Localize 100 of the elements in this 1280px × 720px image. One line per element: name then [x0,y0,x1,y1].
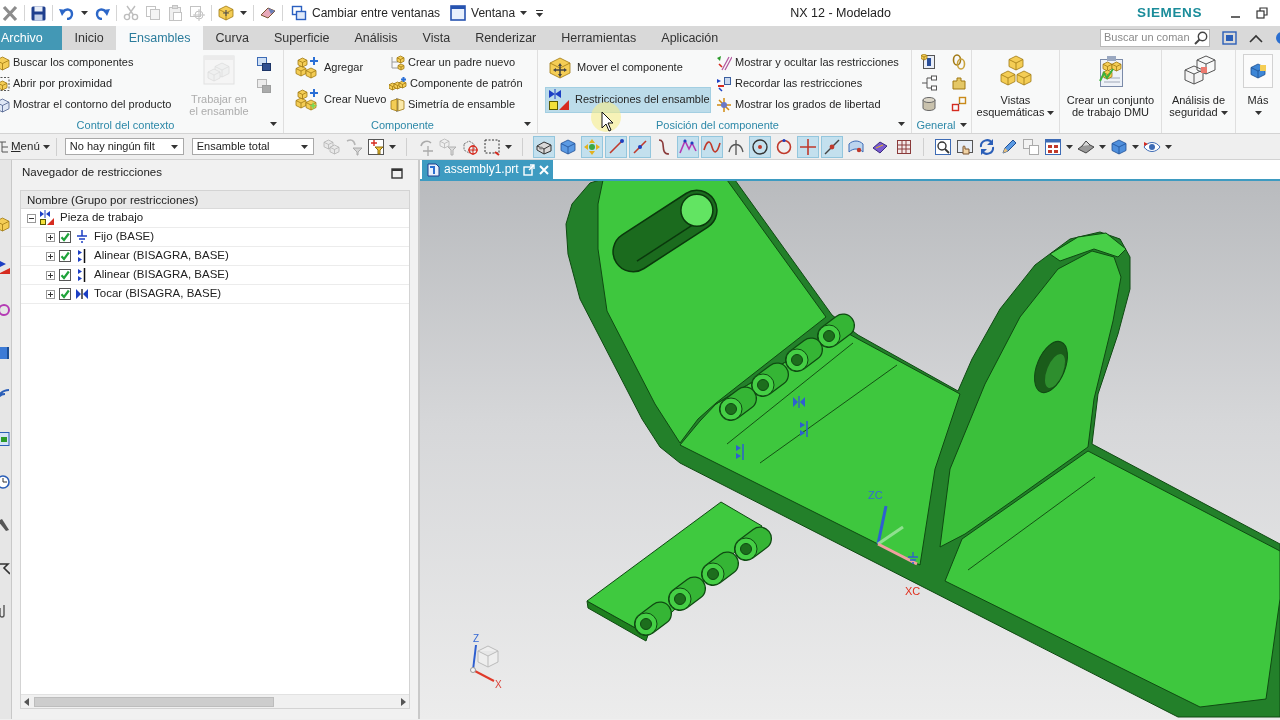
scroll-right-icon[interactable] [400,697,406,706]
hinge-part-drawing[interactable] [586,501,772,642]
linked-squares-icon[interactable] [951,96,967,112]
ribbon-button[interactable]: Crear Nuevo [292,87,388,113]
caret-icon[interactable] [81,11,88,15]
ribbon-button[interactable]: Abrir por proximidad [0,73,188,94]
zoom-box-icon[interactable] [933,137,952,156]
pen-icon[interactable] [999,137,1018,156]
tree-item-label[interactable]: Alinear (BISAGRA, BASE) [94,249,229,263]
angle-icon[interactable] [0,560,10,576]
ribbon-button[interactable]: Crear un padre nuevo [389,52,525,73]
graphics-viewport[interactable]: ZC XC Z X [420,181,1280,719]
coordinate-axes-icon[interactable] [876,505,918,566]
x-logo-icon[interactable] [2,4,18,22]
caret-icon[interactable] [388,144,396,149]
ribbon-tab[interactable]: Análisis [341,26,411,50]
caret-icon[interactable] [1065,144,1073,149]
checkbox[interactable] [59,250,71,262]
caret-icon[interactable] [504,144,512,149]
snap-toggle-button[interactable] [748,135,771,158]
scroll-left-icon[interactable] [24,697,30,706]
ribbon-button[interactable]: Restricciones del ensamble [545,87,711,113]
snap-toggle-button[interactable] [580,135,603,158]
window-frame-icon[interactable] [1222,31,1237,45]
checkbox[interactable] [59,269,71,281]
ribbon-tab[interactable]: Superficie [261,26,342,50]
window-menu-button[interactable]: Ventana [448,2,530,24]
ribbon-button[interactable]: Crear un conjunto de trabajo DMU [1060,50,1161,133]
ribbon-tab[interactable]: Herramientas [548,26,649,50]
ribbon-button[interactable]: Mostrar y ocultar las restricciones [716,52,901,73]
hand-picture-icon[interactable] [955,137,974,156]
plus-box-icon[interactable] [46,270,55,280]
horizontal-scrollbar[interactable] [21,694,409,708]
constraint-symbol-icon[interactable] [793,395,805,409]
ribbon-button[interactable]: Agregar [292,55,388,81]
constraint-icon[interactable] [0,259,10,275]
save-icon[interactable] [31,5,46,21]
pop-out-icon[interactable] [522,163,535,176]
restore-icon[interactable] [1256,7,1268,19]
snap-toggle-button[interactable] [700,135,723,158]
ribbon-button[interactable]: Buscar los componentes [0,52,188,73]
ribbon-button[interactable]: Mostrar los grados de libertad [716,94,901,115]
ribbon-button[interactable]: Análisis de seguridad [1162,50,1235,133]
chevron-up-icon[interactable] [1249,33,1263,43]
ribbon-tab[interactable]: Aplicación [648,26,731,50]
checkbox[interactable] [59,231,71,243]
cube-icon[interactable] [1109,137,1128,156]
eraser-icon[interactable] [260,6,276,20]
ribbon-button[interactable]: Mostrar el contorno del producto [0,94,188,115]
cube-arrows-icon[interactable] [218,5,234,21]
document-icon[interactable] [0,431,10,447]
caret-icon[interactable] [1098,144,1106,149]
redo-icon[interactable] [94,6,110,20]
constraint-symbol-icon[interactable] [800,420,808,438]
tree-item-label[interactable]: Fijo (BASE) [94,230,155,244]
ribbon-tab[interactable]: Renderizar [462,26,549,50]
view-triad-icon[interactable] [470,644,499,682]
snap-toggle-button[interactable] [796,135,819,158]
checkbox[interactable] [59,288,71,300]
command-search-field[interactable]: Buscar un coman [1100,29,1210,47]
scrollbar-thumb[interactable] [34,696,274,707]
snap-toggle-button[interactable] [820,135,843,158]
ribbon-button[interactable]: Recordar las restricciones [716,73,901,94]
caret-icon[interactable] [270,122,277,126]
clock-icon[interactable] [0,474,10,490]
plus-box-icon[interactable] [46,232,55,242]
assembly-scope-dropdown[interactable]: Ensamble total [191,138,314,155]
ribbon-tab[interactable]: Ensambles [116,26,204,50]
customize-icon[interactable] [535,8,545,18]
caret-icon[interactable] [1164,144,1172,149]
snap-toggle-button[interactable] [604,135,627,158]
tree-view[interactable]: Nombre (Grupo por restricciones) Pieza de trabajo Fijo (BASE) Alinear (BISAGRA, BASE) Alinear (BISAGRA, BASE) Tocar (BISAGRA, BASE) [20,190,410,709]
bracket-part-drawing[interactable] [565,181,1280,718]
switch-windows-button[interactable]: Cambiar entre ventanas [289,2,443,24]
snap-toggle-button[interactable] [628,135,651,158]
close-icon[interactable] [538,164,549,175]
tree-item-label[interactable]: Alinear (BISAGRA, BASE) [94,268,229,282]
menu-button[interactable]: Menú [0,135,50,158]
refresh-icon[interactable] [977,137,996,156]
box-funnel-icon[interactable] [366,137,385,156]
snap-toggle-button[interactable] [532,135,555,158]
ribbon-button[interactable]: Simetría de ensamble [389,94,525,115]
maximize-icon[interactable] [391,167,403,179]
ribbon-tab[interactable]: Vista [410,26,463,50]
constraint-symbol-icon[interactable] [736,443,744,461]
plus-box-icon[interactable] [46,251,55,261]
cube-icon[interactable] [0,216,10,232]
tree-item-label[interactable]: Tocar (BISAGRA, BASE) [94,287,222,301]
ribbon-button[interactable]: Más [1236,50,1280,133]
window-swap-icon[interactable] [256,56,272,72]
chain-link-icon[interactable] [951,54,967,70]
snap-toggle-button[interactable] [676,135,699,158]
ribbon-tab[interactable]: Curva [203,26,262,50]
ribbon-button[interactable]: Mover el componente [545,55,711,81]
minus-box-icon[interactable] [27,213,36,223]
ring-icon[interactable] [0,302,10,318]
plus-box-icon[interactable] [46,289,55,299]
cylinder-icon[interactable] [921,96,937,112]
tree-item-label[interactable]: Pieza de trabajo [60,211,144,225]
selection-filter-dropdown[interactable]: No hay ningún filt [64,138,184,155]
